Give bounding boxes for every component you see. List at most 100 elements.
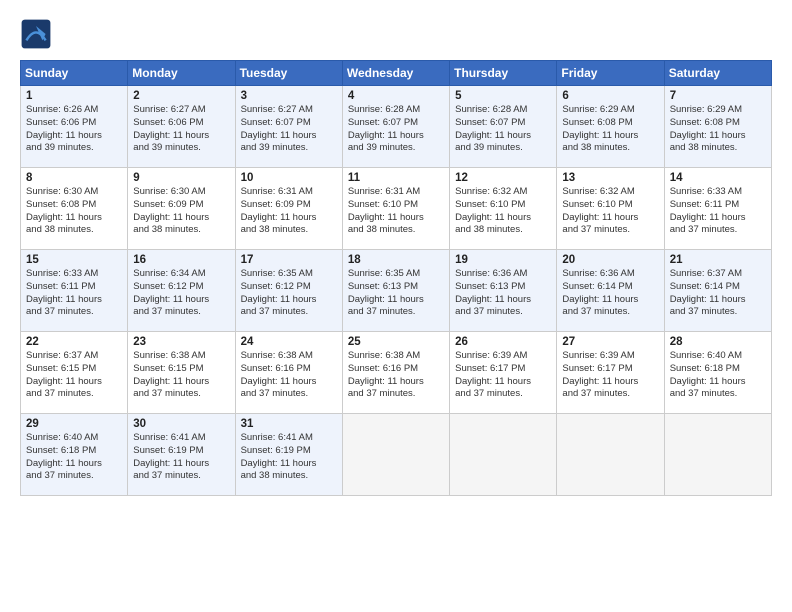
day-number: 3: [241, 90, 337, 102]
day-info: Sunrise: 6:39 AM Sunset: 6:17 PM Dayligh…: [562, 350, 658, 401]
day-number: 29: [26, 418, 122, 430]
calendar-header-friday: Friday: [557, 61, 664, 86]
day-info: Sunrise: 6:38 AM Sunset: 6:15 PM Dayligh…: [133, 350, 229, 401]
day-info: Sunrise: 6:41 AM Sunset: 6:19 PM Dayligh…: [133, 432, 229, 483]
calendar-header-row: SundayMondayTuesdayWednesdayThursdayFrid…: [21, 61, 772, 86]
calendar-header-saturday: Saturday: [664, 61, 771, 86]
day-info: Sunrise: 6:32 AM Sunset: 6:10 PM Dayligh…: [562, 186, 658, 237]
calendar-cell: 19 Sunrise: 6:36 AM Sunset: 6:13 PM Dayli…: [450, 250, 557, 332]
day-info: Sunrise: 6:40 AM Sunset: 6:18 PM Dayligh…: [26, 432, 122, 483]
day-info: Sunrise: 6:31 AM Sunset: 6:09 PM Dayligh…: [241, 186, 337, 237]
calendar-week-row: 1 Sunrise: 6:26 AM Sunset: 6:06 PM Daylig…: [21, 86, 772, 168]
calendar-cell: 17 Sunrise: 6:35 AM Sunset: 6:12 PM Dayli…: [235, 250, 342, 332]
day-number: 7: [670, 90, 766, 102]
calendar-cell: 31 Sunrise: 6:41 AM Sunset: 6:19 PM Dayli…: [235, 414, 342, 496]
day-number: 23: [133, 336, 229, 348]
day-number: 8: [26, 172, 122, 184]
day-info: Sunrise: 6:35 AM Sunset: 6:13 PM Dayligh…: [348, 268, 444, 319]
day-info: Sunrise: 6:26 AM Sunset: 6:06 PM Dayligh…: [26, 104, 122, 155]
day-number: 5: [455, 90, 551, 102]
day-number: 20: [562, 254, 658, 266]
day-info: Sunrise: 6:36 AM Sunset: 6:14 PM Dayligh…: [562, 268, 658, 319]
calendar-cell: 30 Sunrise: 6:41 AM Sunset: 6:19 PM Dayli…: [128, 414, 235, 496]
calendar-header-tuesday: Tuesday: [235, 61, 342, 86]
day-number: 1: [26, 90, 122, 102]
calendar-cell: 26Sunrise: 6:39 AM Sunset: 6:17 PM Dayli…: [450, 332, 557, 414]
day-info: Sunrise: 6:40 AM Sunset: 6:18 PM Dayligh…: [670, 350, 766, 401]
calendar-cell: 25 Sunrise: 6:38 AM Sunset: 6:16 PM Dayli…: [342, 332, 449, 414]
day-number: 25: [348, 336, 444, 348]
day-number: 19: [455, 254, 551, 266]
calendar-header-wednesday: Wednesday: [342, 61, 449, 86]
day-info: Sunrise: 6:38 AM Sunset: 6:16 PM Dayligh…: [348, 350, 444, 401]
day-info: Sunrise: 6:27 AM Sunset: 6:07 PM Dayligh…: [241, 104, 337, 155]
calendar-cell: [450, 414, 557, 496]
calendar-week-row: 8 Sunrise: 6:30 AM Sunset: 6:08 PM Daylig…: [21, 168, 772, 250]
day-number: 18: [348, 254, 444, 266]
calendar-header-monday: Monday: [128, 61, 235, 86]
calendar-cell: 7 Sunrise: 6:29 AM Sunset: 6:08 PM Daylig…: [664, 86, 771, 168]
calendar-cell: 8 Sunrise: 6:30 AM Sunset: 6:08 PM Daylig…: [21, 168, 128, 250]
calendar-cell: 21 Sunrise: 6:37 AM Sunset: 6:14 PM Dayli…: [664, 250, 771, 332]
day-info: Sunrise: 6:33 AM Sunset: 6:11 PM Dayligh…: [670, 186, 766, 237]
calendar-week-row: 22 Sunrise: 6:37 AM Sunset: 6:15 PM Dayli…: [21, 332, 772, 414]
calendar-cell: 20 Sunrise: 6:36 AM Sunset: 6:14 PM Dayli…: [557, 250, 664, 332]
day-number: 30: [133, 418, 229, 430]
calendar-week-row: 29 Sunrise: 6:40 AM Sunset: 6:18 PM Dayli…: [21, 414, 772, 496]
calendar-cell: 6Sunrise: 6:29 AM Sunset: 6:08 PM Daylig…: [557, 86, 664, 168]
day-number: 21: [670, 254, 766, 266]
calendar-cell: 4 Sunrise: 6:28 AM Sunset: 6:07 PM Daylig…: [342, 86, 449, 168]
calendar-cell: 29 Sunrise: 6:40 AM Sunset: 6:18 PM Dayli…: [21, 414, 128, 496]
logo: [20, 18, 56, 50]
calendar-week-row: 15 Sunrise: 6:33 AM Sunset: 6:11 PM Dayli…: [21, 250, 772, 332]
day-number: 17: [241, 254, 337, 266]
day-info: Sunrise: 6:37 AM Sunset: 6:15 PM Dayligh…: [26, 350, 122, 401]
calendar-cell: 16Sunrise: 6:34 AM Sunset: 6:12 PM Dayli…: [128, 250, 235, 332]
day-number: 22: [26, 336, 122, 348]
day-number: 31: [241, 418, 337, 430]
calendar-cell: 5Sunrise: 6:28 AM Sunset: 6:07 PM Daylig…: [450, 86, 557, 168]
calendar-cell: [557, 414, 664, 496]
calendar-cell: 11Sunrise: 6:31 AM Sunset: 6:10 PM Dayli…: [342, 168, 449, 250]
day-info: Sunrise: 6:37 AM Sunset: 6:14 PM Dayligh…: [670, 268, 766, 319]
day-info: Sunrise: 6:36 AM Sunset: 6:13 PM Dayligh…: [455, 268, 551, 319]
calendar-cell: 15 Sunrise: 6:33 AM Sunset: 6:11 PM Dayli…: [21, 250, 128, 332]
calendar-cell: 18 Sunrise: 6:35 AM Sunset: 6:13 PM Dayli…: [342, 250, 449, 332]
calendar-cell: 12Sunrise: 6:32 AM Sunset: 6:10 PM Dayli…: [450, 168, 557, 250]
day-number: 2: [133, 90, 229, 102]
logo-icon: [20, 18, 52, 50]
calendar-cell: 1 Sunrise: 6:26 AM Sunset: 6:06 PM Daylig…: [21, 86, 128, 168]
page: SundayMondayTuesdayWednesdayThursdayFrid…: [0, 0, 792, 612]
day-info: Sunrise: 6:41 AM Sunset: 6:19 PM Dayligh…: [241, 432, 337, 483]
day-info: Sunrise: 6:38 AM Sunset: 6:16 PM Dayligh…: [241, 350, 337, 401]
day-info: Sunrise: 6:27 AM Sunset: 6:06 PM Dayligh…: [133, 104, 229, 155]
calendar-cell: 27 Sunrise: 6:39 AM Sunset: 6:17 PM Dayli…: [557, 332, 664, 414]
calendar-cell: 3 Sunrise: 6:27 AM Sunset: 6:07 PM Daylig…: [235, 86, 342, 168]
day-info: Sunrise: 6:34 AM Sunset: 6:12 PM Dayligh…: [133, 268, 229, 319]
day-number: 27: [562, 336, 658, 348]
calendar-cell: 28 Sunrise: 6:40 AM Sunset: 6:18 PM Dayli…: [664, 332, 771, 414]
calendar-cell: 14 Sunrise: 6:33 AM Sunset: 6:11 PM Dayli…: [664, 168, 771, 250]
day-info: Sunrise: 6:30 AM Sunset: 6:09 PM Dayligh…: [133, 186, 229, 237]
day-number: 26: [455, 336, 551, 348]
day-info: Sunrise: 6:32 AM Sunset: 6:10 PM Dayligh…: [455, 186, 551, 237]
day-number: 13: [562, 172, 658, 184]
day-number: 4: [348, 90, 444, 102]
day-number: 11: [348, 172, 444, 184]
day-info: Sunrise: 6:33 AM Sunset: 6:11 PM Dayligh…: [26, 268, 122, 319]
day-info: Sunrise: 6:29 AM Sunset: 6:08 PM Dayligh…: [562, 104, 658, 155]
calendar-cell: [342, 414, 449, 496]
day-number: 9: [133, 172, 229, 184]
day-number: 14: [670, 172, 766, 184]
day-info: Sunrise: 6:29 AM Sunset: 6:08 PM Dayligh…: [670, 104, 766, 155]
day-number: 15: [26, 254, 122, 266]
calendar-cell: 2 Sunrise: 6:27 AM Sunset: 6:06 PM Daylig…: [128, 86, 235, 168]
calendar-cell: 23 Sunrise: 6:38 AM Sunset: 6:15 PM Dayli…: [128, 332, 235, 414]
calendar-header-sunday: Sunday: [21, 61, 128, 86]
day-info: Sunrise: 6:28 AM Sunset: 6:07 PM Dayligh…: [348, 104, 444, 155]
day-info: Sunrise: 6:30 AM Sunset: 6:08 PM Dayligh…: [26, 186, 122, 237]
day-number: 28: [670, 336, 766, 348]
header: [20, 18, 772, 50]
day-number: 10: [241, 172, 337, 184]
day-info: Sunrise: 6:35 AM Sunset: 6:12 PM Dayligh…: [241, 268, 337, 319]
